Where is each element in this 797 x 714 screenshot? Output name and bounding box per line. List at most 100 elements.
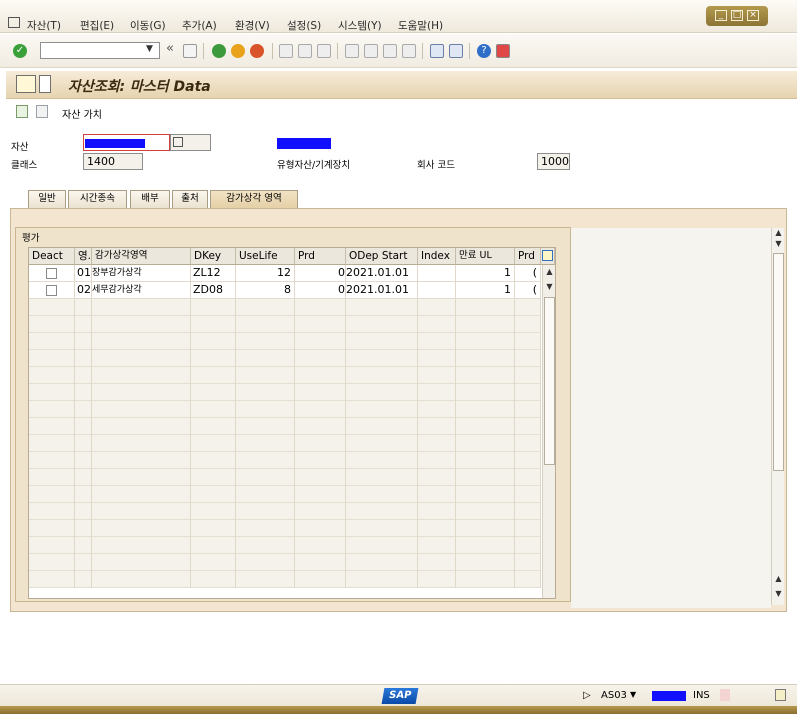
empty-table-row[interactable] xyxy=(29,469,541,486)
empty-table-row[interactable] xyxy=(29,435,541,452)
scroll-thumb[interactable] xyxy=(544,297,555,465)
layout-menu-icon[interactable] xyxy=(496,44,510,58)
status-toggle-icon[interactable]: ▷ xyxy=(583,690,591,701)
empty-table-row[interactable] xyxy=(29,316,541,333)
empty-cell xyxy=(418,486,456,503)
menu-help[interactable]: 도움말(H) xyxy=(398,18,443,33)
shortcut-icon[interactable] xyxy=(449,44,463,58)
empty-cell xyxy=(236,571,295,588)
asset-value-button[interactable]: 자산 가치 xyxy=(62,106,102,121)
exit-circle-icon[interactable] xyxy=(231,44,245,58)
col-area[interactable]: 영. xyxy=(75,248,92,265)
company-code-field[interactable]: 1000 xyxy=(537,153,570,170)
find-next-icon[interactable] xyxy=(317,44,331,58)
class-field[interactable]: 1400 xyxy=(83,153,143,170)
asset-value-icon[interactable] xyxy=(36,105,48,118)
minimize-icon[interactable]: _ xyxy=(715,10,727,21)
empty-table-row[interactable] xyxy=(29,299,541,316)
empty-cell xyxy=(29,486,75,503)
panel-scroll-down2-icon[interactable]: ▼ xyxy=(772,589,785,598)
empty-table-row[interactable] xyxy=(29,503,541,520)
other-asset-icon[interactable] xyxy=(16,105,28,118)
empty-table-row[interactable] xyxy=(29,418,541,435)
prd2-cell: ( xyxy=(515,282,541,299)
empty-table-row[interactable] xyxy=(29,571,541,588)
empty-cell xyxy=(75,333,92,350)
empty-cell xyxy=(456,418,515,435)
empty-cell xyxy=(515,554,541,571)
menu-goto[interactable]: 이동(G) xyxy=(130,18,166,33)
col-deact[interactable]: Deact xyxy=(29,248,75,265)
col-exp-ul[interactable]: 만료 UL xyxy=(456,248,515,265)
menu-settings[interactable]: 설정(S) xyxy=(287,18,321,33)
document-icon[interactable] xyxy=(39,75,51,93)
empty-cell xyxy=(92,384,191,401)
col-uselife[interactable]: UseLife xyxy=(236,248,295,265)
copy-icon[interactable] xyxy=(173,137,183,147)
print-icon[interactable] xyxy=(279,44,293,58)
col-area-name[interactable]: 감가상각영역 xyxy=(92,248,191,265)
empty-cell xyxy=(346,469,418,486)
panel-scroll-up2-icon[interactable]: ▲ xyxy=(772,574,785,583)
empty-table-row[interactable] xyxy=(29,333,541,350)
session-dropdown-icon[interactable]: ▼ xyxy=(630,690,636,699)
nav-back-double-icon[interactable]: « xyxy=(166,41,174,56)
table-row[interactable]: 02 세무감가상각 ZD08 8 0 2021.01.01 1 ( xyxy=(29,282,541,299)
last-page-icon[interactable] xyxy=(402,44,416,58)
empty-table-row[interactable] xyxy=(29,401,541,418)
panel-scroll-thumb[interactable] xyxy=(773,253,784,471)
find-icon[interactable] xyxy=(298,44,312,58)
table-row[interactable]: 01 장부감가상각 ZL12 12 0 2021.01.01 1 ( xyxy=(29,265,541,282)
display-mode-icon[interactable] xyxy=(16,75,36,93)
scroll-down-icon[interactable]: ▼ xyxy=(543,282,556,291)
deact-checkbox[interactable] xyxy=(46,268,57,279)
empty-table-row[interactable] xyxy=(29,486,541,503)
tab-allocations[interactable]: 배부 xyxy=(130,190,170,208)
panel-scroll-up-icon[interactable]: ▲ xyxy=(772,228,785,237)
exit-icon[interactable] xyxy=(8,17,20,28)
col-prd2[interactable]: Prd xyxy=(515,248,541,265)
save-icon[interactable] xyxy=(183,44,197,58)
empty-table-row[interactable] xyxy=(29,520,541,537)
deact-checkbox[interactable] xyxy=(46,285,57,296)
prev-page-icon[interactable] xyxy=(364,44,378,58)
menu-extras[interactable]: 추가(A) xyxy=(182,18,217,33)
tab-depreciation-areas[interactable]: 감가상각 영역 xyxy=(210,190,298,209)
next-page-icon[interactable] xyxy=(383,44,397,58)
cancel-icon[interactable] xyxy=(250,44,264,58)
menu-system[interactable]: 시스템(Y) xyxy=(338,18,382,33)
empty-table-row[interactable] xyxy=(29,350,541,367)
back-icon[interactable] xyxy=(212,44,226,58)
col-prd[interactable]: Prd xyxy=(295,248,346,265)
scroll-up-icon[interactable]: ▲ xyxy=(543,267,556,276)
lock-icon[interactable] xyxy=(775,689,786,701)
panel-scroll-down-icon[interactable]: ▼ xyxy=(772,239,785,248)
command-dropdown-icon[interactable]: ▼ xyxy=(146,44,153,54)
command-field[interactable] xyxy=(40,42,160,59)
empty-table-row[interactable] xyxy=(29,367,541,384)
enter-check-icon[interactable]: ✓ xyxy=(13,44,27,58)
menu-edit[interactable]: 편집(E) xyxy=(80,18,114,33)
empty-table-row[interactable] xyxy=(29,384,541,401)
tab-time-dependent[interactable]: 시간종속 xyxy=(68,190,127,208)
col-dkey[interactable]: DKey xyxy=(191,248,236,265)
tab-general[interactable]: 일반 xyxy=(28,190,66,208)
first-page-icon[interactable] xyxy=(345,44,359,58)
help-icon[interactable]: ? xyxy=(477,44,491,58)
col-odep-start[interactable]: ODep Start xyxy=(346,248,418,265)
maximize-icon[interactable]: □ xyxy=(731,10,743,21)
table-scrollbar[interactable]: ▲ ▼ xyxy=(542,265,555,598)
col-index[interactable]: Index xyxy=(418,248,456,265)
table-settings-icon[interactable] xyxy=(541,248,555,265)
empty-table-row[interactable] xyxy=(29,537,541,554)
empty-table-row[interactable] xyxy=(29,554,541,571)
tab-origin[interactable]: 출처 xyxy=(172,190,208,208)
menu-environment[interactable]: 환경(V) xyxy=(235,18,270,33)
empty-cell xyxy=(75,452,92,469)
empty-table-row[interactable] xyxy=(29,452,541,469)
close-icon[interactable]: × xyxy=(747,10,759,21)
panel-scrollbar[interactable]: ▲ ▼ ▲ ▼ xyxy=(771,228,784,605)
menu-asset[interactable]: 자산(T) xyxy=(27,18,61,33)
prd2-cell: ( xyxy=(515,265,541,282)
new-session-icon[interactable] xyxy=(430,44,444,58)
